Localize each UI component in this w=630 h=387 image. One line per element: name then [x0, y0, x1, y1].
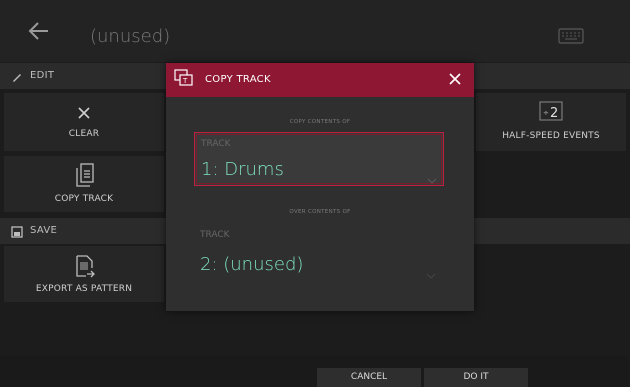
keyboard-icon: [558, 28, 584, 44]
export-pattern-icon: [74, 254, 96, 278]
dest-field-label: TRACK: [200, 230, 230, 240]
dest-caption: OVER CONTENTS OF: [289, 209, 351, 215]
dialog-close-button[interactable]: [446, 70, 464, 88]
x-icon: [77, 105, 91, 119]
dest-value: 2: (unused): [200, 254, 304, 275]
svg-text:÷: ÷: [543, 109, 549, 117]
clear-label: CLEAR: [68, 129, 100, 139]
chevron-down-icon: [426, 264, 436, 279]
dest-track-select[interactable]: TRACK 2: (unused): [194, 228, 444, 282]
source-value: 1: Drums: [201, 159, 284, 180]
svg-text:2: 2: [550, 106, 558, 121]
back-button[interactable]: [26, 20, 52, 42]
copy-track-icon: T: [174, 69, 194, 87]
page-title: (unused): [90, 26, 171, 47]
copy-track-label: COPY TRACK: [54, 194, 114, 204]
source-caption: COPY CONTENTS OF: [289, 119, 351, 125]
dialog-title: COPY TRACK: [205, 74, 271, 85]
do-it-button[interactable]: DO IT: [424, 368, 528, 387]
copy-track-button[interactable]: COPY TRACK: [4, 156, 164, 212]
divide-by-two-icon: ÷ 2: [539, 101, 563, 121]
source-field-label: TRACK: [201, 139, 231, 149]
cancel-button[interactable]: CANCEL: [317, 368, 421, 387]
clear-button[interactable]: CLEAR: [4, 93, 164, 151]
copy-icon: [74, 162, 96, 188]
export-as-pattern-button[interactable]: EXPORT AS PATTERN: [4, 246, 164, 302]
half-speed-events-button[interactable]: ÷ 2 HALF-SPEED EVENTS: [476, 93, 626, 151]
back-arrow-icon: [28, 22, 48, 40]
chevron-down-icon: [427, 169, 437, 184]
keyboard-button[interactable]: [558, 28, 584, 44]
save-section-label: SAVE: [30, 225, 58, 236]
svg-text:T: T: [182, 77, 188, 85]
footer-bar: [0, 356, 630, 387]
edit-section-label: EDIT: [30, 70, 55, 81]
floppy-disk-icon: [10, 224, 24, 238]
source-track-select[interactable]: TRACK 1: Drums: [194, 132, 444, 186]
export-as-pattern-label: EXPORT AS PATTERN: [35, 284, 133, 294]
pencil-icon: [10, 69, 24, 83]
close-icon: [449, 73, 461, 85]
half-speed-events-label: HALF-SPEED EVENTS: [502, 131, 600, 141]
